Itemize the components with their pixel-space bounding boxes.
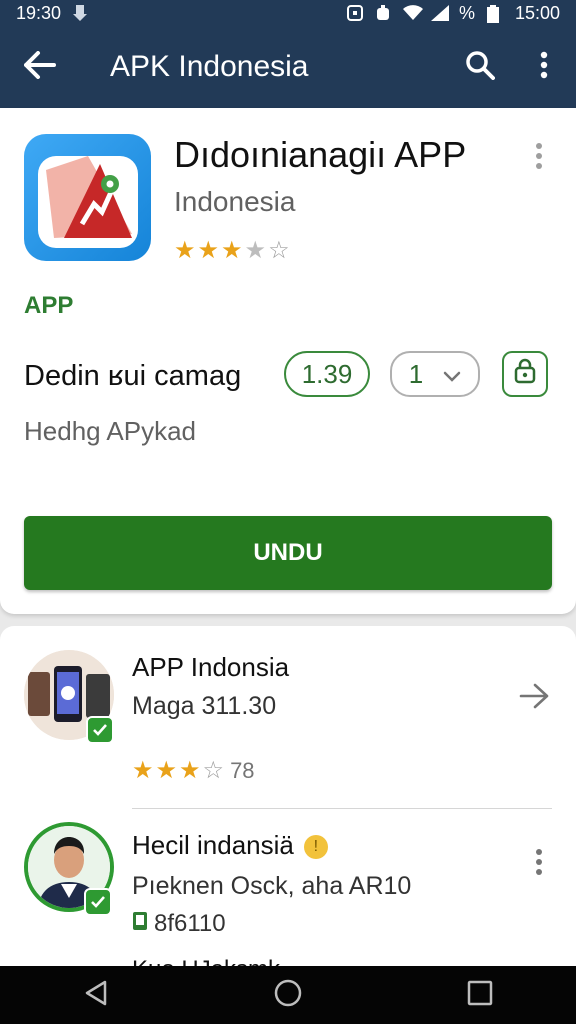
open-item-button[interactable] [514, 678, 554, 718]
info-icon: ! [303, 835, 328, 859]
app-bar-title: APK Indonesia [110, 50, 309, 83]
battery-icon [486, 5, 503, 23]
download-button[interactable]: UNDU [24, 516, 552, 590]
divider [132, 808, 552, 809]
sub-label: Hedhg APykad [24, 416, 197, 446]
info-label: Dedin ʁui camag [24, 360, 242, 392]
download-button-label: UNDU [253, 539, 323, 566]
star-icon: ★ [155, 757, 178, 784]
status-clock: 15:00 [514, 2, 560, 23]
qr-icon [346, 5, 363, 21]
status-bar: 19:30 % 15:00 [0, 0, 576, 26]
star-icon: ★ [132, 757, 154, 784]
app-developer: Indonesia [174, 186, 296, 217]
list-item-subtitle: Pıeknen Osck, aha AR10 [132, 872, 412, 900]
list-item-rating: ★ ★ ★ ☆ 78 [132, 756, 255, 785]
lock-icon [513, 358, 537, 391]
more-vert-icon [535, 142, 543, 175]
star-outline-icon: ☆ [202, 757, 225, 784]
back-button[interactable] [0, 26, 80, 108]
list-item-more-button[interactable] [524, 844, 554, 884]
nav-home-icon [273, 978, 303, 1013]
list-item-meta-text: 8f6110 [154, 910, 226, 937]
app-rating-stars: ★ ★ ★ ★ ☆ [174, 236, 290, 265]
app-more-button[interactable] [524, 138, 554, 178]
nav-recents-button[interactable] [450, 966, 510, 1024]
nav-home-button[interactable] [258, 966, 318, 1024]
verified-badge-icon [86, 716, 114, 744]
nav-recents-icon [467, 980, 493, 1011]
wifi-icon [402, 5, 423, 21]
chevron-down-icon [443, 359, 461, 390]
list-item[interactable]: Hecil indansiä! Pıeknen Osck, aha AR10 8… [0, 822, 576, 972]
more-vert-icon [540, 51, 548, 84]
app-mini-icon [132, 910, 148, 938]
search-icon [465, 50, 495, 85]
overflow-menu-button[interactable] [512, 26, 576, 108]
status-time: 19:30 [16, 2, 62, 23]
list-item-title: APP Indonsia [132, 652, 290, 682]
app-bar: APK Indonesia [0, 26, 576, 108]
star-icon: ★ [221, 237, 243, 264]
star-outline-icon: ☆ [268, 237, 290, 264]
star-icon: ★ [197, 237, 220, 264]
app-detail-card: Dıdoınianagiı APP Indonesia ★ ★ ★ ★ ☆ AP… [0, 108, 576, 614]
version-value: 1.39 [301, 358, 353, 389]
version-chip[interactable]: 1.39 [284, 351, 370, 397]
nav-back-button[interactable] [66, 966, 126, 1024]
app-name: Dıdoınianagiı APP [174, 134, 467, 175]
battery-percent: % [458, 2, 475, 23]
arrow-right-icon [519, 683, 549, 714]
app-logo-icon [24, 134, 151, 261]
list-item-meta: 8f6110 [132, 910, 226, 938]
quantity-value: 1 [408, 358, 424, 389]
quantity-dropdown[interactable]: 1 [390, 351, 480, 397]
list-item-title: Hecil indansiä! [132, 830, 328, 861]
system-nav-bar [0, 966, 576, 1024]
related-apps-list: APP Indonsia Maga 311.30 ★ ★ ★ ☆ 78 Heci… [0, 626, 576, 968]
star-icon: ★ [179, 757, 201, 784]
star-icon: ★ [174, 237, 196, 264]
signal-icon [430, 5, 449, 21]
list-item[interactable]: APP Indonsia Maga 311.30 ★ ★ ★ ☆ 78 [0, 626, 576, 810]
shield-icon [375, 5, 391, 21]
rating-count: 78 [230, 757, 255, 783]
lock-button[interactable] [502, 351, 548, 397]
app-category-tag: APP [24, 292, 74, 319]
list-item-title-text: Hecil indansiä [132, 830, 294, 860]
verified-badge-icon [84, 888, 112, 916]
star-half-icon: ★ [244, 237, 267, 264]
list-item-subtitle: Maga 311.30 [132, 692, 277, 720]
more-vert-icon [535, 848, 543, 881]
download-icon [73, 5, 89, 21]
back-arrow-icon [24, 50, 56, 84]
nav-back-icon [83, 979, 109, 1012]
search-button[interactable] [448, 26, 512, 108]
